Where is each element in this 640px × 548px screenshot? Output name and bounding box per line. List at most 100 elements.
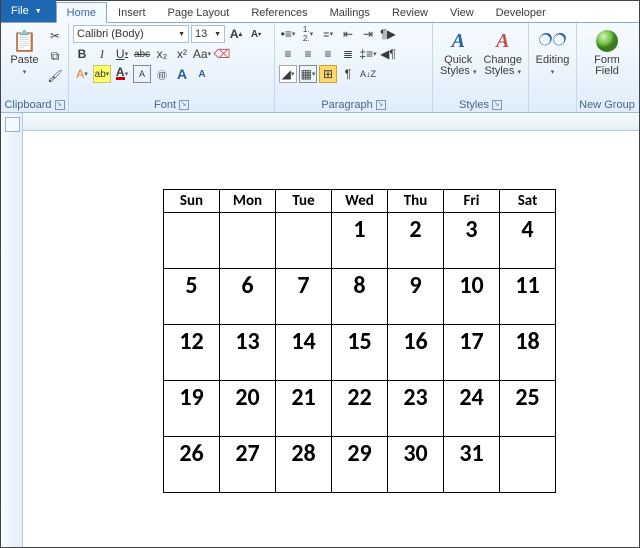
document-area: Sun Mon Tue Wed Thu Fri Sat 1 — [1, 113, 639, 547]
file-tab[interactable]: File ▼ — [1, 0, 56, 22]
change-styles-button[interactable]: A Change Styles ▾ — [482, 25, 525, 91]
calendar-cell[interactable]: 2 — [388, 213, 444, 269]
font-launcher[interactable] — [179, 100, 189, 110]
align-center-button[interactable]: ≡ — [299, 45, 317, 63]
clipboard-launcher[interactable] — [55, 100, 65, 110]
calendar-cell[interactable]: 30 — [388, 437, 444, 493]
calendar-cell[interactable]: 15 — [332, 325, 388, 381]
calendar-cell[interactable] — [276, 213, 332, 269]
calendar-cell[interactable]: 26 — [164, 437, 220, 493]
tab-developer[interactable]: Developer — [485, 2, 557, 23]
editing-button[interactable]: 🔿🔿 Editing▾ — [533, 25, 572, 91]
char-border-button[interactable]: A — [133, 65, 151, 83]
calendar-cell[interactable]: 19 — [164, 381, 220, 437]
calendar-cell[interactable]: 14 — [276, 325, 332, 381]
align-left-button[interactable]: ≡ — [279, 45, 297, 63]
calendar-cell[interactable]: 18 — [500, 325, 556, 381]
tab-view[interactable]: View — [439, 2, 485, 23]
borders-button[interactable]: ▦▾ — [299, 65, 317, 83]
calendar-cell[interactable]: 9 — [388, 269, 444, 325]
calendar-cell[interactable]: 16 — [388, 325, 444, 381]
copy-button[interactable]: ⧉ — [46, 47, 64, 65]
calendar-cell[interactable] — [500, 437, 556, 493]
calendar-cell[interactable]: 13 — [220, 325, 276, 381]
calendar-cell[interactable]: 3 — [444, 213, 500, 269]
calendar-cell[interactable]: 12 — [164, 325, 220, 381]
italic-button[interactable]: I — [93, 45, 111, 63]
underline-button[interactable]: U▾ — [113, 45, 131, 63]
styles-launcher[interactable] — [492, 100, 502, 110]
document-page[interactable]: Sun Mon Tue Wed Thu Fri Sat 1 — [23, 131, 639, 547]
numbering-button[interactable]: 1.2.▾ — [299, 25, 317, 43]
calendar-cell[interactable]: 5 — [164, 269, 220, 325]
calendar-cell[interactable]: 1 — [332, 213, 388, 269]
calendar-cell[interactable]: 17 — [444, 325, 500, 381]
page-scroll[interactable]: Sun Mon Tue Wed Thu Fri Sat 1 — [23, 131, 639, 547]
calendar-header: Sat — [500, 190, 556, 213]
paste-button[interactable]: 📋 Paste▾ — [5, 25, 44, 91]
calendar-cell[interactable]: 10 — [444, 269, 500, 325]
tab-references[interactable]: References — [240, 2, 318, 23]
font-family-combo[interactable]: Calibri (Body)▼ — [73, 25, 189, 43]
calendar-table[interactable]: Sun Mon Tue Wed Thu Fri Sat 1 — [163, 189, 556, 493]
clear-format-button[interactable]: ⌫ — [213, 45, 231, 63]
calendar-cell[interactable]: 8 — [332, 269, 388, 325]
calendar-cell[interactable]: 6 — [220, 269, 276, 325]
calendar-cell[interactable] — [164, 213, 220, 269]
bullets-button[interactable]: •≡▾ — [279, 25, 297, 43]
change-case-button[interactable]: Aa▾ — [193, 45, 211, 63]
shading-button[interactable]: ◢▾ — [279, 65, 297, 83]
strike-button[interactable]: abc — [133, 45, 151, 63]
calendar-cell[interactable]: 27 — [220, 437, 276, 493]
show-marks-button[interactable]: ¶ — [339, 65, 357, 83]
font-size-combo[interactable]: 13▼ — [191, 25, 225, 43]
vertical-ruler[interactable] — [1, 113, 23, 547]
tab-mailings[interactable]: Mailings — [319, 2, 381, 23]
multilevel-button[interactable]: ≣▾ — [319, 25, 337, 43]
calendar-cell[interactable]: 20 — [220, 381, 276, 437]
calendar-cell[interactable]: 24 — [444, 381, 500, 437]
shrink-font-button[interactable]: A▾ — [247, 25, 265, 43]
calendar-header: Thu — [388, 190, 444, 213]
cut-button[interactable]: ✂ — [46, 27, 64, 45]
form-field-button[interactable]: Form Field — [581, 25, 633, 91]
font-grow2-button[interactable]: A — [173, 65, 191, 83]
calendar-cell[interactable]: 31 — [444, 437, 500, 493]
bold-button[interactable]: B — [73, 45, 91, 63]
calendar-cell[interactable]: 22 — [332, 381, 388, 437]
calendar-cell[interactable]: 29 — [332, 437, 388, 493]
tab-review[interactable]: Review — [381, 2, 439, 23]
highlight-button[interactable]: ab▾ — [93, 65, 111, 83]
grow-font-button[interactable]: A▴ — [227, 25, 245, 43]
line-spacing-button[interactable]: ‡≡▾ — [359, 45, 377, 63]
calendar-cell[interactable]: 4 — [500, 213, 556, 269]
rtl-button[interactable]: ◀¶ — [379, 45, 397, 63]
enclose-chars-button[interactable]: ㊞ — [153, 65, 171, 83]
tab-home[interactable]: Home — [56, 2, 107, 23]
calendar-cell[interactable]: 25 — [500, 381, 556, 437]
superscript-button[interactable]: x² — [173, 45, 191, 63]
tab-insert[interactable]: Insert — [107, 2, 157, 23]
calendar-cell[interactable]: 11 — [500, 269, 556, 325]
sort-button[interactable]: ⊞ — [319, 65, 337, 83]
calendar-cell[interactable]: 28 — [276, 437, 332, 493]
text-effects-button[interactable]: A▾ — [73, 65, 91, 83]
paragraph-launcher[interactable] — [376, 100, 386, 110]
font-shrink2-button[interactable]: A — [193, 65, 211, 83]
justify-button[interactable]: ≣ — [339, 45, 357, 63]
calendar-cell[interactable]: 7 — [276, 269, 332, 325]
font-color-button[interactable]: A▾ — [113, 65, 131, 83]
subscript-button[interactable]: x₂ — [153, 45, 171, 63]
calendar-cell[interactable]: 21 — [276, 381, 332, 437]
align-right-button[interactable]: ≡ — [319, 45, 337, 63]
tab-page-layout[interactable]: Page Layout — [157, 2, 241, 23]
quick-styles-button[interactable]: A Quick Styles ▾ — [437, 25, 480, 91]
inc-indent-button[interactable]: ⇥ — [359, 25, 377, 43]
dec-indent-button[interactable]: ⇤ — [339, 25, 357, 43]
ltr-button[interactable]: ¶▶ — [379, 25, 397, 43]
format-painter-button[interactable]: 🖌 — [46, 67, 64, 85]
calendar-cell[interactable]: 23 — [388, 381, 444, 437]
horizontal-ruler[interactable] — [23, 113, 639, 131]
calendar-cell[interactable] — [220, 213, 276, 269]
sort-az-button[interactable]: A↓Z — [359, 65, 377, 83]
